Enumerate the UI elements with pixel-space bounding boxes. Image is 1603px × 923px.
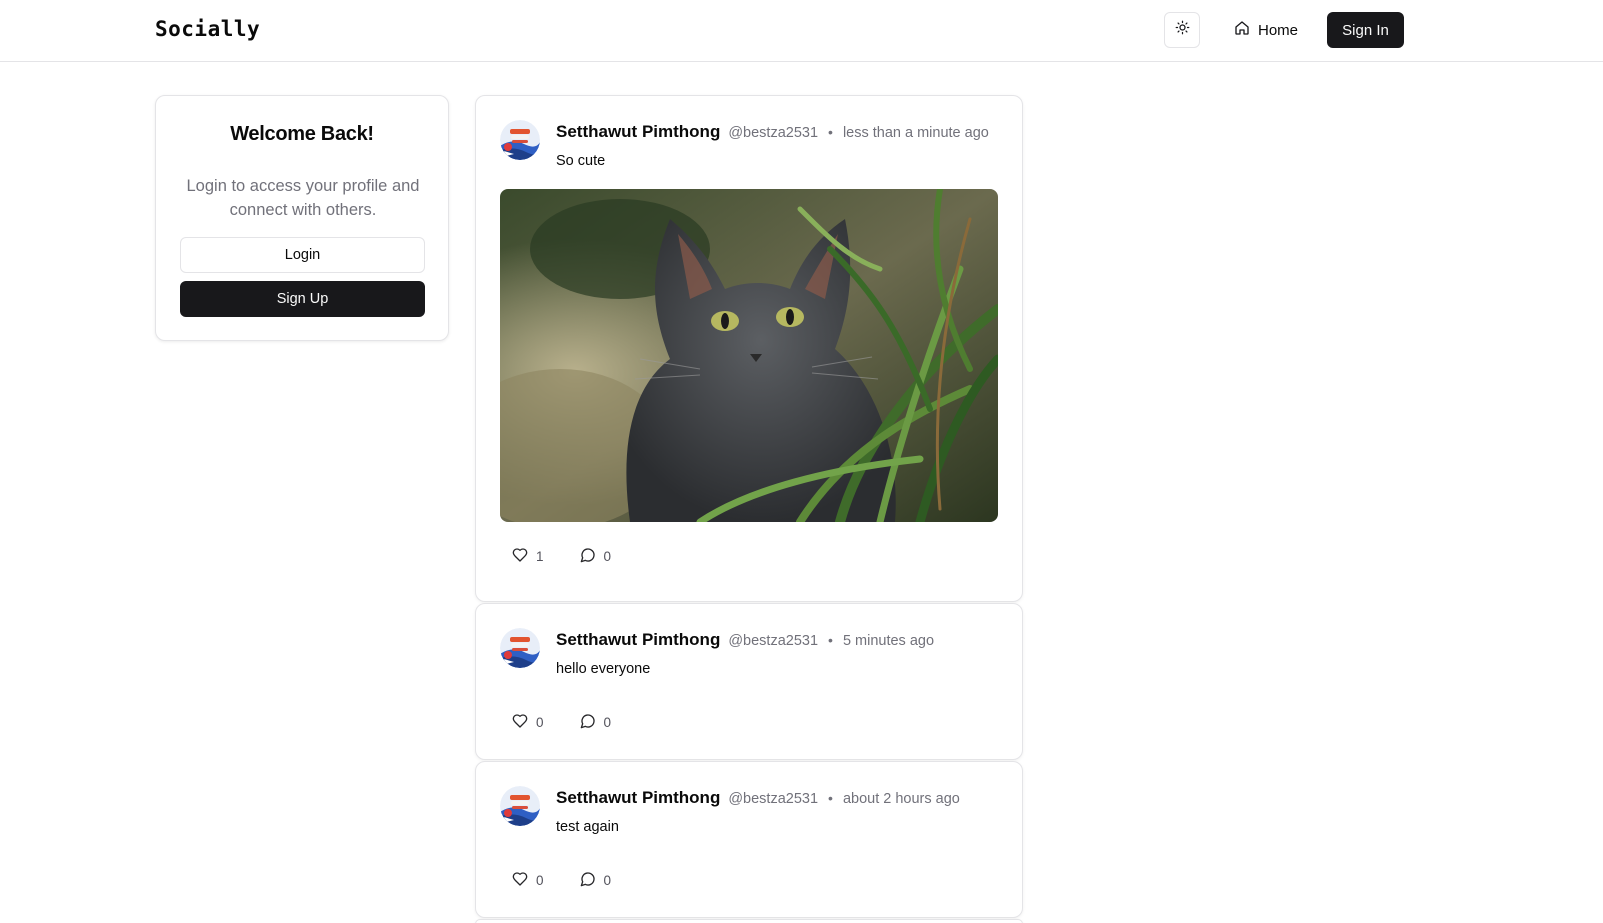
- post-content: test again: [556, 819, 619, 835]
- comment-button[interactable]: 0: [568, 540, 624, 572]
- like-count: 0: [536, 714, 544, 730]
- separator-dot: •: [828, 632, 833, 648]
- author-name[interactable]: Setthawut Pimthong: [556, 630, 720, 650]
- post-card: Setthawut Pimthong @bestza2531 • less th…: [475, 95, 1023, 602]
- avatar[interactable]: [500, 786, 540, 826]
- post-timestamp: about 2 hours ago: [842, 791, 960, 807]
- post-header: Setthawut Pimthong @bestza2531 • about 2…: [556, 788, 960, 808]
- post-content: hello everyone: [556, 661, 651, 677]
- author-handle[interactable]: @bestza2531: [728, 633, 818, 649]
- sign-up-button[interactable]: Sign Up: [180, 281, 425, 317]
- comment-count: 0: [603, 872, 612, 888]
- post-card-next: [475, 919, 1023, 923]
- author-name[interactable]: Setthawut Pimthong: [556, 788, 720, 808]
- home-label: Home: [1258, 21, 1299, 39]
- like-count: 0: [536, 872, 544, 888]
- comment-button[interactable]: 0: [568, 864, 624, 896]
- top-navbar: Socially Home Sign In: [0, 0, 1603, 62]
- like-count: 1: [536, 548, 544, 564]
- post-actions: 0 0: [500, 706, 623, 738]
- post-header: Setthawut Pimthong @bestza2531 • 5 minut…: [556, 630, 934, 650]
- comment-button[interactable]: 0: [568, 706, 624, 738]
- separator-dot: •: [828, 790, 833, 806]
- brand-logo[interactable]: Socially: [155, 17, 260, 41]
- message-circle-icon: [580, 713, 596, 732]
- welcome-title: Welcome Back!: [230, 123, 374, 145]
- avatar[interactable]: [500, 628, 540, 668]
- heart-icon: [512, 547, 528, 566]
- like-button[interactable]: 0: [500, 706, 556, 738]
- cat-photo: [500, 189, 998, 522]
- login-button[interactable]: Login: [180, 237, 425, 273]
- author-name[interactable]: Setthawut Pimthong: [556, 122, 720, 142]
- avatar[interactable]: [500, 120, 540, 160]
- post-timestamp: less than a minute ago: [842, 125, 989, 141]
- post-header: Setthawut Pimthong @bestza2531 • less th…: [556, 122, 989, 142]
- author-handle[interactable]: @bestza2531: [728, 125, 818, 141]
- post-image[interactable]: [500, 189, 998, 522]
- heart-icon: [512, 713, 528, 732]
- post-actions: 0 0: [500, 864, 623, 896]
- separator-dot: •: [828, 124, 833, 140]
- home-nav-button[interactable]: Home: [1222, 12, 1310, 48]
- welcome-card: Welcome Back! Login to access your profi…: [155, 95, 449, 341]
- sign-in-button[interactable]: Sign In: [1327, 12, 1404, 48]
- post-card: Setthawut Pimthong @bestza2531 • 5 minut…: [475, 603, 1023, 760]
- like-button[interactable]: 1: [500, 540, 556, 572]
- comment-count: 0: [603, 548, 612, 564]
- message-circle-icon: [580, 871, 596, 890]
- home-icon: [1234, 20, 1250, 40]
- post-content: So cute: [556, 153, 606, 169]
- like-button[interactable]: 0: [500, 864, 556, 896]
- sun-icon: [1175, 20, 1190, 40]
- theme-toggle-button[interactable]: [1164, 12, 1200, 48]
- post-card: Setthawut Pimthong @bestza2531 • about 2…: [475, 761, 1023, 918]
- welcome-description: Login to access your profile and connect…: [186, 177, 420, 219]
- heart-icon: [512, 871, 528, 890]
- message-circle-icon: [580, 547, 596, 566]
- post-actions: 1 0: [500, 540, 623, 572]
- comment-count: 0: [603, 714, 612, 730]
- author-handle[interactable]: @bestza2531: [728, 791, 818, 807]
- post-timestamp: 5 minutes ago: [842, 633, 935, 649]
